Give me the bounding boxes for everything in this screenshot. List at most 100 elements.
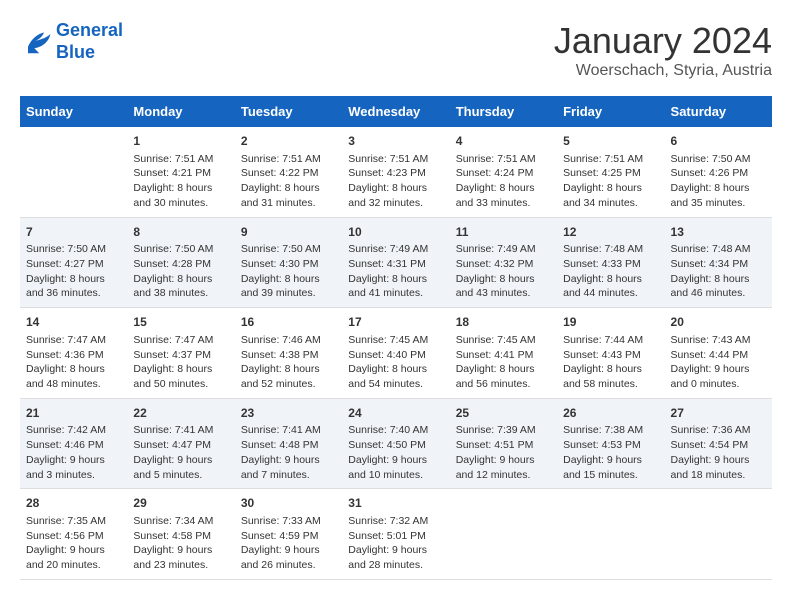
day-number: 23	[241, 405, 336, 422]
calendar-cell: 13Sunrise: 7:48 AMSunset: 4:34 PMDayligh…	[665, 217, 772, 308]
col-header-monday: Monday	[127, 96, 234, 127]
day-number: 26	[563, 405, 658, 422]
calendar-cell: 16 Sunrise: 7:46 AMSunset: 4:38 PMDayligh…	[235, 308, 342, 399]
calendar-cell: 30 Sunrise: 7:33 AMSunset: 4:59 PMDayligh…	[235, 489, 342, 580]
calendar-cell: 6Sunrise: 7:50 AMSunset: 4:26 PMDaylight…	[665, 127, 772, 217]
day-info: Sunrise: 7:51 AMSunset: 4:23 PMDaylight:…	[348, 152, 443, 211]
calendar-cell: 27Sunrise: 7:36 AMSunset: 4:54 PMDayligh…	[665, 398, 772, 489]
day-number: 22	[133, 405, 228, 422]
day-info: Sunrise: 7:49 AMSunset: 4:31 PMDaylight:…	[348, 242, 443, 301]
day-info: Sunrise: 7:48 AMSunset: 4:33 PMDaylight:…	[563, 242, 658, 301]
day-info: Sunrise: 7:39 AMSunset: 4:51 PMDaylight:…	[456, 423, 551, 482]
day-number: 4	[456, 133, 551, 150]
day-info: Sunrise: 7:32 AMSunset: 5:01 PMDaylight:…	[348, 514, 443, 573]
calendar-week-row: 28 Sunrise: 7:35 AMSunset: 4:56 PMDayligh…	[20, 489, 772, 580]
day-info: Sunrise: 7:41 AMSunset: 4:48 PMDaylight:…	[241, 423, 336, 482]
calendar-cell: 20 Sunrise: 7:43 AMSunset: 4:44 PMDayligh…	[665, 308, 772, 399]
calendar-cell: 14Sunrise: 7:47 AMSunset: 4:36 PMDayligh…	[20, 308, 127, 399]
day-info: Sunrise: 7:36 AMSunset: 4:54 PMDaylight:…	[671, 423, 766, 482]
day-info: Sunrise: 7:33 AMSunset: 4:59 PMDaylight:…	[241, 514, 336, 573]
calendar-cell: 17 Sunrise: 7:45 AMSunset: 4:40 PMDayligh…	[342, 308, 449, 399]
day-number: 13	[671, 224, 766, 241]
calendar-cell: 1Sunrise: 7:51 AMSunset: 4:21 PMDaylight…	[127, 127, 234, 217]
day-number: 29	[133, 495, 228, 512]
calendar-cell: 4 Sunrise: 7:51 AMSunset: 4:24 PMDaylight…	[450, 127, 557, 217]
day-number: 19	[563, 314, 658, 331]
col-header-saturday: Saturday	[665, 96, 772, 127]
day-info: Sunrise: 7:42 AMSunset: 4:46 PMDaylight:…	[26, 423, 121, 482]
day-number: 21	[26, 405, 121, 422]
day-info: Sunrise: 7:43 AMSunset: 4:44 PMDaylight:…	[671, 333, 766, 392]
calendar-cell: 19 Sunrise: 7:44 AMSunset: 4:43 PMDayligh…	[557, 308, 664, 399]
month-title: January 2024	[554, 20, 772, 62]
calendar-cell: 24Sunrise: 7:40 AMSunset: 4:50 PMDayligh…	[342, 398, 449, 489]
day-number: 3	[348, 133, 443, 150]
day-info: Sunrise: 7:50 AMSunset: 4:27 PMDaylight:…	[26, 242, 121, 301]
col-header-sunday: Sunday	[20, 96, 127, 127]
day-number: 17	[348, 314, 443, 331]
day-info: Sunrise: 7:45 AMSunset: 4:40 PMDaylight:…	[348, 333, 443, 392]
calendar-cell: 29 Sunrise: 7:34 AMSunset: 4:58 PMDayligh…	[127, 489, 234, 580]
col-header-wednesday: Wednesday	[342, 96, 449, 127]
day-info: Sunrise: 7:51 AMSunset: 4:21 PMDaylight:…	[133, 152, 228, 211]
calendar-cell: 26Sunrise: 7:38 AMSunset: 4:53 PMDayligh…	[557, 398, 664, 489]
day-info: Sunrise: 7:41 AMSunset: 4:47 PMDaylight:…	[133, 423, 228, 482]
calendar-cell: 9Sunrise: 7:50 AMSunset: 4:30 PMDaylight…	[235, 217, 342, 308]
day-number: 18	[456, 314, 551, 331]
calendar-cell: 21Sunrise: 7:42 AMSunset: 4:46 PMDayligh…	[20, 398, 127, 489]
calendar-cell: 23Sunrise: 7:41 AMSunset: 4:48 PMDayligh…	[235, 398, 342, 489]
day-info: Sunrise: 7:51 AMSunset: 4:22 PMDaylight:…	[241, 152, 336, 211]
day-info: Sunrise: 7:46 AMSunset: 4:38 PMDaylight:…	[241, 333, 336, 392]
day-number: 27	[671, 405, 766, 422]
day-number: 30	[241, 495, 336, 512]
day-info: Sunrise: 7:34 AMSunset: 4:58 PMDaylight:…	[133, 514, 228, 573]
day-info: Sunrise: 7:48 AMSunset: 4:34 PMDaylight:…	[671, 242, 766, 301]
day-info: Sunrise: 7:45 AMSunset: 4:41 PMDaylight:…	[456, 333, 551, 392]
calendar-cell: 11Sunrise: 7:49 AMSunset: 4:32 PMDayligh…	[450, 217, 557, 308]
calendar-cell: 3 Sunrise: 7:51 AMSunset: 4:23 PMDaylight…	[342, 127, 449, 217]
col-header-thursday: Thursday	[450, 96, 557, 127]
day-number: 16	[241, 314, 336, 331]
day-number: 15	[133, 314, 228, 331]
day-number: 7	[26, 224, 121, 241]
day-info: Sunrise: 7:50 AMSunset: 4:26 PMDaylight:…	[671, 152, 766, 211]
day-number: 11	[456, 224, 551, 241]
day-info: Sunrise: 7:50 AMSunset: 4:28 PMDaylight:…	[133, 242, 228, 301]
day-info: Sunrise: 7:50 AMSunset: 4:30 PMDaylight:…	[241, 242, 336, 301]
calendar-week-row: 14Sunrise: 7:47 AMSunset: 4:36 PMDayligh…	[20, 308, 772, 399]
day-number: 2	[241, 133, 336, 150]
calendar-table: SundayMondayTuesdayWednesdayThursdayFrid…	[20, 96, 772, 580]
calendar-cell: 22Sunrise: 7:41 AMSunset: 4:47 PMDayligh…	[127, 398, 234, 489]
calendar-cell	[557, 489, 664, 580]
day-number: 20	[671, 314, 766, 331]
calendar-cell: 25Sunrise: 7:39 AMSunset: 4:51 PMDayligh…	[450, 398, 557, 489]
day-number: 28	[26, 495, 121, 512]
day-number: 14	[26, 314, 121, 331]
logo-icon	[20, 28, 52, 56]
calendar-cell: 2 Sunrise: 7:51 AMSunset: 4:22 PMDaylight…	[235, 127, 342, 217]
calendar-cell: 31 Sunrise: 7:32 AMSunset: 5:01 PMDayligh…	[342, 489, 449, 580]
calendar-week-row: 21Sunrise: 7:42 AMSunset: 4:46 PMDayligh…	[20, 398, 772, 489]
calendar-week-row: 1Sunrise: 7:51 AMSunset: 4:21 PMDaylight…	[20, 127, 772, 217]
calendar-cell: 10Sunrise: 7:49 AMSunset: 4:31 PMDayligh…	[342, 217, 449, 308]
day-number: 10	[348, 224, 443, 241]
logo-text: General Blue	[56, 20, 123, 63]
calendar-cell	[20, 127, 127, 217]
day-info: Sunrise: 7:35 AMSunset: 4:56 PMDaylight:…	[26, 514, 121, 573]
title-block: January 2024 Woerschach, Styria, Austria	[554, 20, 772, 80]
day-number: 24	[348, 405, 443, 422]
page-header: General Blue January 2024 Woerschach, St…	[20, 20, 772, 80]
day-info: Sunrise: 7:44 AMSunset: 4:43 PMDaylight:…	[563, 333, 658, 392]
day-info: Sunrise: 7:49 AMSunset: 4:32 PMDaylight:…	[456, 242, 551, 301]
day-number: 31	[348, 495, 443, 512]
calendar-cell	[665, 489, 772, 580]
day-number: 12	[563, 224, 658, 241]
calendar-cell	[450, 489, 557, 580]
day-number: 25	[456, 405, 551, 422]
day-info: Sunrise: 7:47 AMSunset: 4:37 PMDaylight:…	[133, 333, 228, 392]
day-info: Sunrise: 7:40 AMSunset: 4:50 PMDaylight:…	[348, 423, 443, 482]
day-info: Sunrise: 7:51 AMSunset: 4:24 PMDaylight:…	[456, 152, 551, 211]
day-info: Sunrise: 7:51 AMSunset: 4:25 PMDaylight:…	[563, 152, 658, 211]
day-number: 5	[563, 133, 658, 150]
calendar-cell: 5 Sunrise: 7:51 AMSunset: 4:25 PMDaylight…	[557, 127, 664, 217]
